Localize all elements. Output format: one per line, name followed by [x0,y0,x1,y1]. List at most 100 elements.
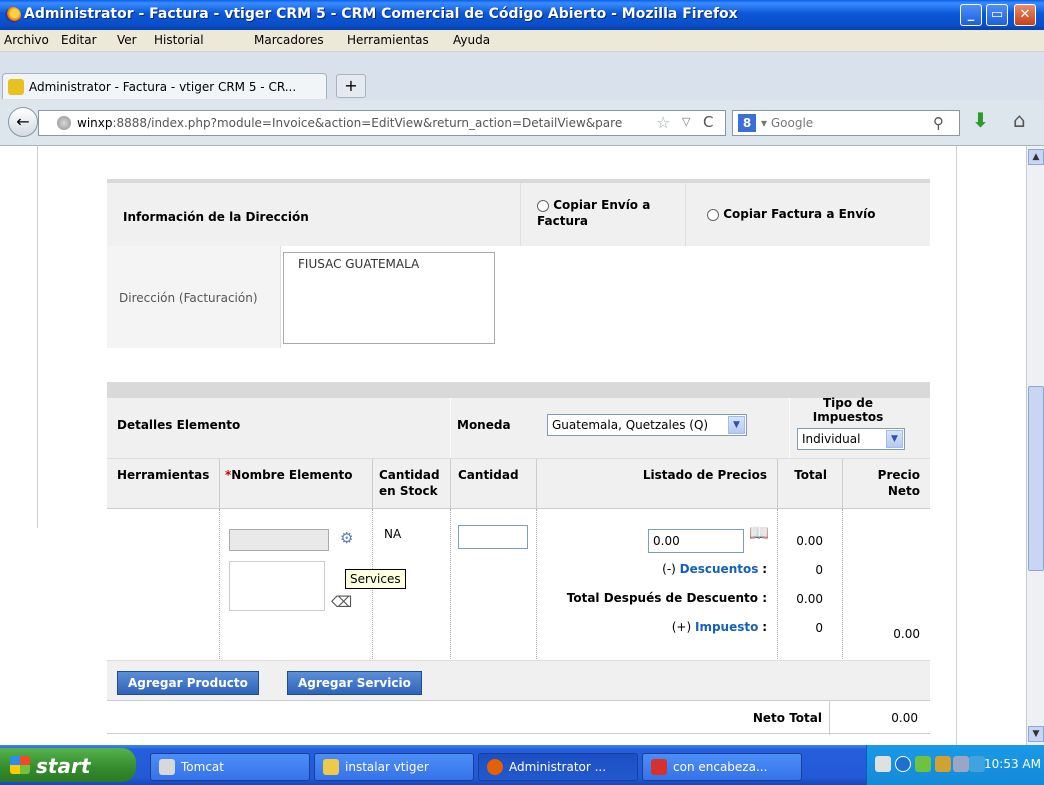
start-label: start [36,754,91,778]
menu-herramientas[interactable]: Herramientas [347,33,429,47]
tax-label: (+) Impuesto : [671,620,767,634]
tax-type-label: Tipo de Impuestos [812,396,884,424]
select-product-gear-icon[interactable]: ⚙ [340,529,353,547]
chevron-down-icon[interactable]: ▼ [728,416,745,434]
billing-address-field[interactable] [283,252,495,344]
discount-label: (-) Descuentos : [662,562,767,576]
price-book-icon[interactable]: 📖 [749,523,769,542]
taskbar-item-con-encabeza[interactable]: con encabeza... [642,753,802,781]
tax-type-select[interactable]: Individual ▼ [797,428,905,450]
col-name: *Nombre Elemento [225,467,353,483]
taskbar-item-administrator[interactable]: Administrator ... [478,753,638,781]
after-discount-label: Total Después de Descuento : [566,591,767,605]
window-title: Administrator - Factura - vtiger CRM 5 -… [24,6,738,22]
menu-archivo[interactable]: Archivo [4,33,49,47]
app-icon [159,759,175,775]
firefox-icon [5,7,21,23]
url-history-dropdown-icon[interactable]: ▽ [682,115,690,128]
copy-billing-to-shipping-option[interactable]: Copiar Factura a Envío [707,207,876,221]
maximize-button[interactable]: ▭ [986,4,1008,26]
screen: Administrator - Factura - vtiger CRM 5 -… [0,0,1044,785]
clock: 10:53 AM [984,757,1041,771]
chevron-down-icon[interactable]: ▼ [886,430,903,448]
product-name-field[interactable] [229,529,329,551]
back-button[interactable]: ← [8,107,38,137]
divider [536,509,537,661]
col-stock: Cantidad en Stock [379,468,440,498]
tray-app-icon[interactable] [969,756,985,772]
net-total-label: Neto Total [752,711,822,725]
item-comment-field[interactable] [229,561,325,611]
menu-historial[interactable]: Historial [154,33,204,47]
divider [829,701,830,735]
divider [372,459,373,509]
clear-eraser-icon[interactable]: ⌫ [331,593,352,611]
add-service-button[interactable]: Agregar Servicio [287,671,422,695]
quantity-field[interactable] [458,525,528,549]
currency-select[interactable]: Guatemala, Quetzales (Q) ▼ [547,414,747,436]
scroll-up-icon[interactable]: ▲ [1028,149,1044,165]
start-button[interactable]: start [0,748,136,782]
divider [450,459,451,509]
col-net-price: Precio Neto [877,468,920,498]
tax-type-value: Individual [802,432,861,446]
help-icon[interactable] [875,756,891,772]
col-tools: Herramientas [117,468,210,482]
download-icon[interactable]: ⬇ [972,108,989,132]
page-scrollbar[interactable]: ▲ ▼ [1026,146,1044,745]
search-icon[interactable]: ⚲ [933,114,944,132]
add-items-bar: Agregar Producto Agregar Servicio [107,660,930,700]
scroll-down-icon[interactable]: ▼ [1028,726,1044,742]
address-section-title: Información de la Dirección [123,210,309,224]
net-total-row: Neto Total 0.00 [107,700,930,735]
tray-expand-icon[interactable] [895,756,911,772]
close-button[interactable]: ✕ [1014,4,1036,26]
globe-icon [57,116,71,130]
divider [520,183,521,246]
after-discount-value: 0.00 [796,592,823,606]
minimize-button[interactable]: _ [960,4,982,26]
taskbar-item-tomcat[interactable]: Tomcat [150,753,310,781]
billing-address-label: Dirección (Facturación) [119,291,258,305]
firefox-icon [487,759,503,775]
menu-ayuda[interactable]: Ayuda [453,33,490,47]
item-details-title: Detalles Elemento [117,418,241,432]
divider [777,459,778,509]
reload-icon[interactable]: C [703,113,713,131]
col-qty: Cantidad [458,468,519,482]
system-tray: 10:53 AM [866,745,1044,785]
taskbar-item-instalar-vtiger[interactable]: instalar vtiger [314,753,474,781]
menu-editar[interactable]: Editar [61,33,97,47]
search-box[interactable]: 8 ▾ Google ⚲ [732,110,960,136]
radio-icon[interactable] [537,199,549,212]
scroll-thumb[interactable] [1028,386,1044,571]
new-tab-button[interactable]: + [336,74,366,98]
item-details-header: Detalles Elemento Moneda Guatemala, Quet… [107,396,930,458]
add-product-button[interactable]: Agregar Producto [117,671,259,695]
search-placeholder: ▾ Google [761,116,814,130]
tab-factura[interactable]: Administrator - Factura - vtiger CRM 5 -… [2,73,327,99]
copy-shipping-to-billing-option[interactable]: Copiar Envío a Factura [537,197,687,229]
network-icon[interactable] [953,756,969,772]
tray-app-icon[interactable] [915,756,931,772]
home-icon[interactable]: ⌂ [1013,108,1026,132]
currency-value: Guatemala, Quetzales (Q) [552,418,709,432]
discounts-link[interactable]: Descuentos [680,562,759,576]
col-name-label: Nombre Elemento [231,468,353,482]
net-price-value: 0.00 [893,627,920,641]
menu-ver[interactable]: Ver [117,33,137,47]
url-bar[interactable]: winxp:8888/index.php?module=Invoice&acti… [38,110,726,136]
search-engine-icon[interactable]: 8 [738,114,756,132]
items-column-header: Herramientas *Nombre Elemento Cantidad e… [107,458,930,509]
divider [450,398,451,458]
radio-icon[interactable] [707,208,719,221]
tax-link[interactable]: Impuesto [695,620,758,634]
tray-app-icon[interactable] [935,756,951,772]
billing-address-label-cell: Dirección (Facturación) [107,246,281,348]
taskbar-item-label: con encabeza... [673,760,768,774]
tax-value: 0 [815,621,823,635]
list-price-field[interactable]: 0.00 [648,529,744,553]
bookmark-star-icon[interactable]: ☆ [656,113,670,132]
menu-marcadores[interactable]: Marcadores [254,33,324,47]
col-price-list: Listado de Precios [642,468,767,482]
